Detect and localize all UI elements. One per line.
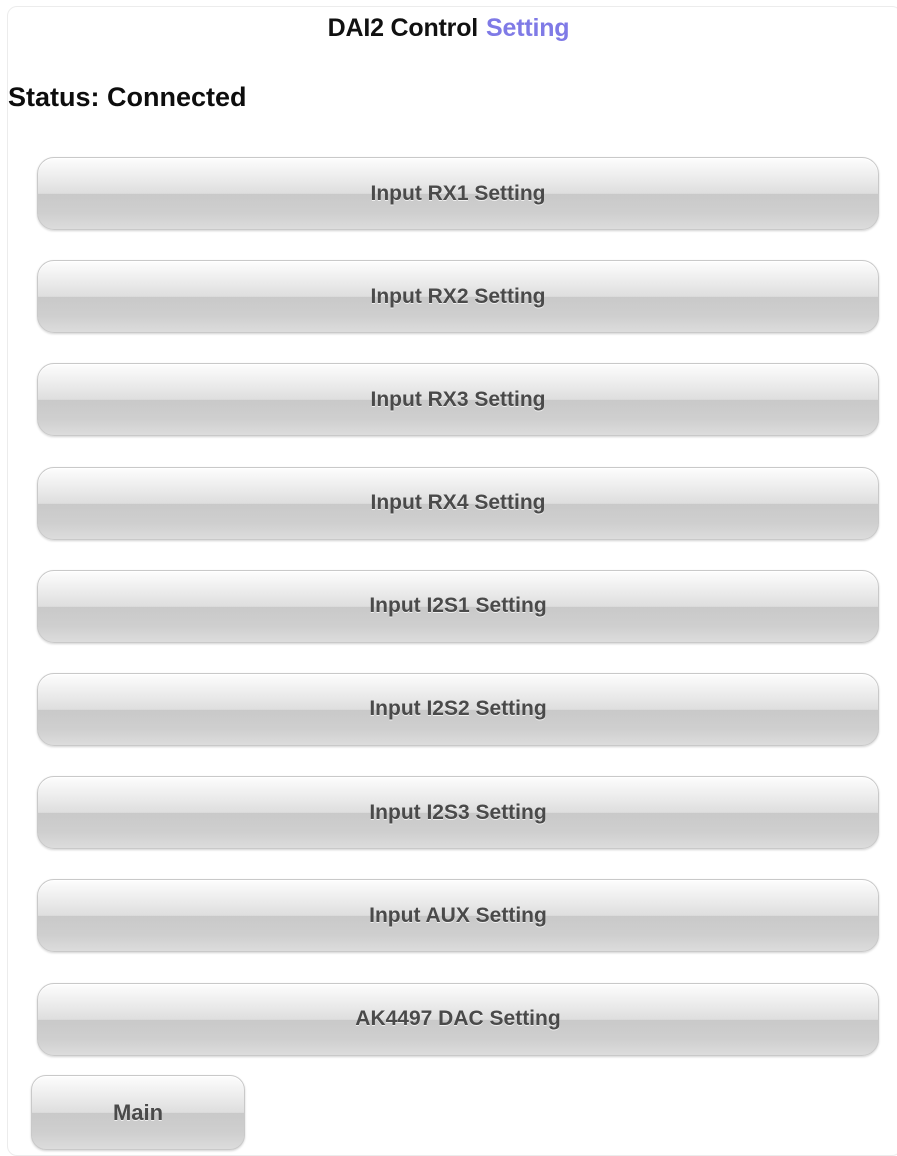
- input-aux-setting-button[interactable]: Input AUX Setting: [37, 879, 879, 953]
- input-i2s3-setting-button[interactable]: Input I2S3 Setting: [37, 776, 879, 850]
- input-i2s2-setting-button[interactable]: Input I2S2 Setting: [37, 672, 879, 746]
- input-i2s1-setting-button[interactable]: Input I2S1 Setting: [37, 569, 879, 643]
- input-rx4-setting-button[interactable]: Input RX4 Setting: [37, 466, 879, 540]
- settings-button-list: Input RX1 Setting Input RX2 Setting Inpu…: [37, 157, 879, 1086]
- page-header: DAI2 Control Setting: [0, 14, 897, 43]
- connection-status: Status: Connected: [8, 82, 247, 112]
- input-rx2-setting-button[interactable]: Input RX2 Setting: [37, 260, 879, 334]
- input-rx3-setting-button[interactable]: Input RX3 Setting: [37, 363, 879, 437]
- page-subtitle: Setting: [486, 14, 570, 42]
- input-rx1-setting-button[interactable]: Input RX1 Setting: [37, 157, 879, 230]
- app-title: DAI2 Control: [327, 14, 479, 42]
- ak4497-dac-setting-button[interactable]: AK4497 DAC Setting: [37, 982, 879, 1056]
- main-button[interactable]: Main: [31, 1075, 245, 1150]
